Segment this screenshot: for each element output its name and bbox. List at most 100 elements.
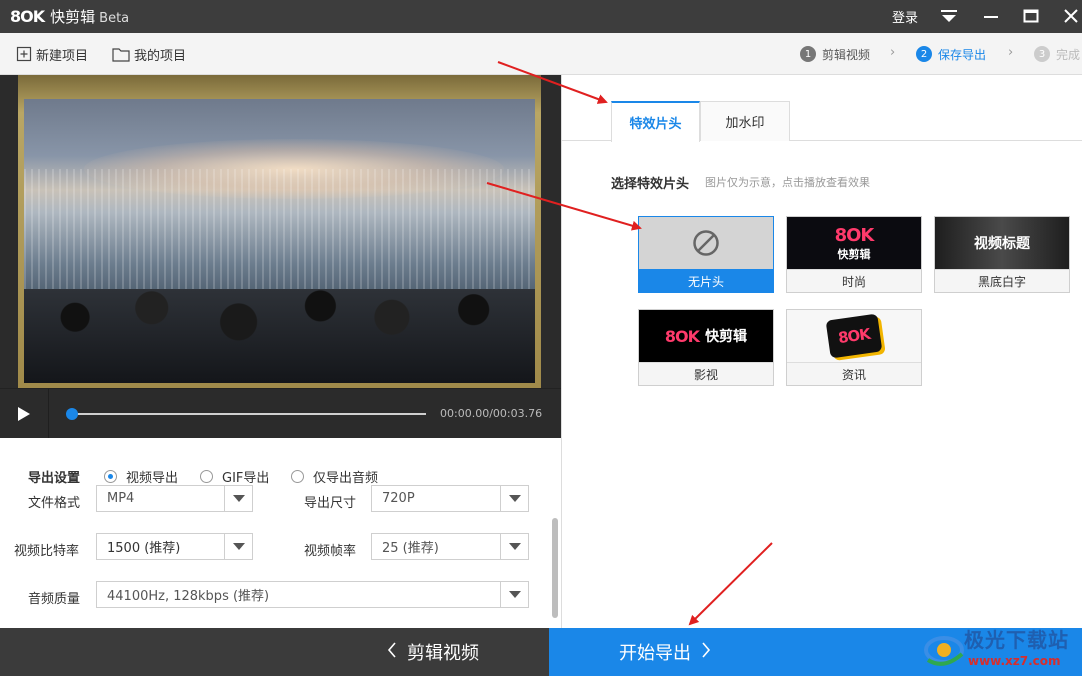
minimize-icon[interactable] bbox=[978, 4, 1004, 28]
video-frame bbox=[18, 75, 541, 388]
thumb-text: 视频标题 bbox=[974, 236, 1030, 252]
radio-audio-only[interactable]: 仅导出音频 bbox=[291, 467, 378, 486]
settings-scrollbar[interactable] bbox=[552, 518, 558, 618]
intro-thumb: 视频标题 bbox=[935, 217, 1069, 269]
video-preview[interactable] bbox=[0, 75, 561, 388]
player-controls: 00:00.00/00:03.76 bbox=[0, 388, 561, 439]
app-logo: 8OK 快剪辑 Beta bbox=[10, 6, 129, 26]
intro-card-news[interactable]: 8OK 资讯 bbox=[786, 309, 922, 386]
chevron-left-icon bbox=[387, 641, 397, 663]
dropdown-arrow-icon[interactable] bbox=[500, 534, 528, 559]
dropdown-arrow-icon[interactable] bbox=[500, 582, 528, 607]
no-entry-icon bbox=[693, 230, 719, 256]
bitrate-value[interactable]: 1500 (推荐) bbox=[97, 537, 224, 556]
tab-watermark[interactable]: 加水印 bbox=[700, 101, 790, 141]
folder-icon bbox=[112, 47, 130, 62]
intro-thumb: 8OK 快剪辑 bbox=[787, 217, 921, 269]
intro-card-none[interactable]: 无片头 bbox=[638, 216, 774, 293]
progress-knob[interactable] bbox=[66, 408, 78, 420]
file-format-select[interactable]: MP4 bbox=[96, 485, 253, 512]
intro-card-film[interactable]: 8OK 快剪辑 影视 bbox=[638, 309, 774, 386]
watermark-url: www.xz7.com bbox=[968, 654, 1061, 668]
chevron-right-icon: › bbox=[890, 45, 896, 60]
progress-slider[interactable] bbox=[66, 408, 426, 420]
play-icon bbox=[18, 407, 30, 421]
my-projects-button[interactable]: 我的项目 bbox=[112, 44, 186, 64]
toolbar: 新建项目 我的项目 1 剪辑视频 › 2 保存导出 › 3 完成 bbox=[0, 33, 1082, 75]
step-number: 3 bbox=[1034, 46, 1050, 62]
intro-thumb: 8OK 快剪辑 bbox=[639, 310, 773, 362]
framerate-label: 视频帧率 bbox=[304, 544, 357, 559]
thumb-logo: 8OK bbox=[834, 224, 875, 246]
intro-section-hint: 图片仅为示意，点击播放查看效果 bbox=[705, 176, 870, 189]
bitrate-select[interactable]: 1500 (推荐) bbox=[96, 533, 253, 560]
intro-caption: 影视 bbox=[639, 362, 773, 385]
timecode: 00:00.00/00:03.76 bbox=[440, 407, 543, 420]
new-project-icon bbox=[16, 46, 32, 62]
tab-bar: 特效片头 加水印 bbox=[562, 75, 1082, 142]
file-format-value: MP4 bbox=[107, 491, 135, 506]
tab-intro-effects[interactable]: 特效片头 bbox=[611, 101, 700, 142]
intro-thumb: 8OK bbox=[787, 310, 921, 362]
site-watermark: 极光下载站 www.xz7.com bbox=[922, 622, 1078, 672]
intro-caption: 无片头 bbox=[639, 269, 773, 292]
radio-dot[interactable] bbox=[291, 470, 304, 483]
audio-quality-label: 音频质量 bbox=[28, 592, 81, 607]
dropdown-arrow-icon[interactable] bbox=[224, 486, 252, 511]
radio-gif-export[interactable]: GIF导出 bbox=[200, 467, 269, 486]
radio-label: 仅导出音频 bbox=[313, 471, 379, 486]
video-image bbox=[24, 99, 535, 383]
logo-mark: 8OK bbox=[10, 6, 45, 26]
intro-caption: 资讯 bbox=[787, 362, 921, 385]
title-bar: 8OK 快剪辑 Beta 登录 bbox=[0, 0, 1082, 33]
beta-label: Beta bbox=[99, 10, 130, 26]
intro-section-title: 选择特效片头 bbox=[611, 177, 690, 192]
maximize-icon[interactable] bbox=[1018, 4, 1044, 28]
radio-video-export[interactable]: 视频导出 bbox=[104, 467, 178, 486]
start-label: 开始导出 bbox=[619, 643, 691, 664]
dropdown-menu-icon[interactable] bbox=[936, 4, 962, 28]
radio-label: 视频导出 bbox=[126, 471, 179, 486]
audio-quality-select[interactable]: 44100Hz, 128kbps (推荐) bbox=[96, 581, 529, 608]
framerate-value: 25 (推荐) bbox=[382, 541, 439, 556]
watermark-title: 极光下载站 bbox=[964, 628, 1069, 652]
watermark-logo-icon bbox=[924, 636, 964, 666]
app-title: 快剪辑 Beta bbox=[50, 6, 129, 27]
app-name: 快剪辑 bbox=[50, 7, 96, 26]
export-size-value: 720P bbox=[382, 491, 415, 506]
intro-caption: 时尚 bbox=[787, 269, 921, 292]
thumb-logo: 8OK bbox=[836, 324, 872, 348]
dropdown-arrow-icon[interactable] bbox=[224, 534, 252, 559]
step-label: 保存导出 bbox=[938, 47, 987, 62]
my-projects-label: 我的项目 bbox=[134, 48, 187, 64]
radio-label: GIF导出 bbox=[222, 471, 270, 486]
panel-divider bbox=[561, 75, 562, 628]
intro-card-text[interactable]: 视频标题 黑底白字 bbox=[934, 216, 1070, 293]
back-label: 剪辑视频 bbox=[407, 643, 479, 664]
intro-thumb bbox=[639, 217, 773, 269]
export-size-label: 导出尺寸 bbox=[304, 496, 357, 511]
step-edit-video: 1 剪辑视频 bbox=[800, 44, 870, 64]
new-project-label: 新建项目 bbox=[36, 48, 89, 64]
thumb-text: 快剪辑 bbox=[705, 329, 748, 345]
bitrate-label: 视频比特率 bbox=[14, 544, 80, 559]
framerate-select[interactable]: 25 (推荐) bbox=[371, 533, 529, 560]
back-to-edit-button[interactable]: 剪辑视频 bbox=[0, 628, 549, 676]
intro-caption: 黑底白字 bbox=[935, 269, 1069, 292]
export-size-select[interactable]: 720P bbox=[371, 485, 529, 512]
export-settings: 导出设置 视频导出 GIF导出 仅导出音频 文件格式 MP4 导出尺寸 720P… bbox=[0, 438, 561, 628]
play-button[interactable] bbox=[0, 389, 49, 439]
file-format-label: 文件格式 bbox=[28, 496, 81, 511]
step-done: 3 完成 bbox=[1034, 44, 1080, 64]
intro-card-fashion[interactable]: 8OK 快剪辑 时尚 bbox=[786, 216, 922, 293]
login-button[interactable]: 登录 bbox=[892, 7, 918, 26]
step-number: 1 bbox=[800, 46, 816, 62]
step-label: 剪辑视频 bbox=[822, 47, 871, 62]
close-icon[interactable] bbox=[1058, 4, 1082, 28]
new-project-button[interactable]: 新建项目 bbox=[16, 44, 88, 64]
annotation-arrow bbox=[688, 542, 773, 626]
radio-dot[interactable] bbox=[104, 470, 117, 483]
dropdown-arrow-icon[interactable] bbox=[500, 486, 528, 511]
chevron-right-icon: › bbox=[1008, 45, 1014, 60]
radio-dot[interactable] bbox=[200, 470, 213, 483]
